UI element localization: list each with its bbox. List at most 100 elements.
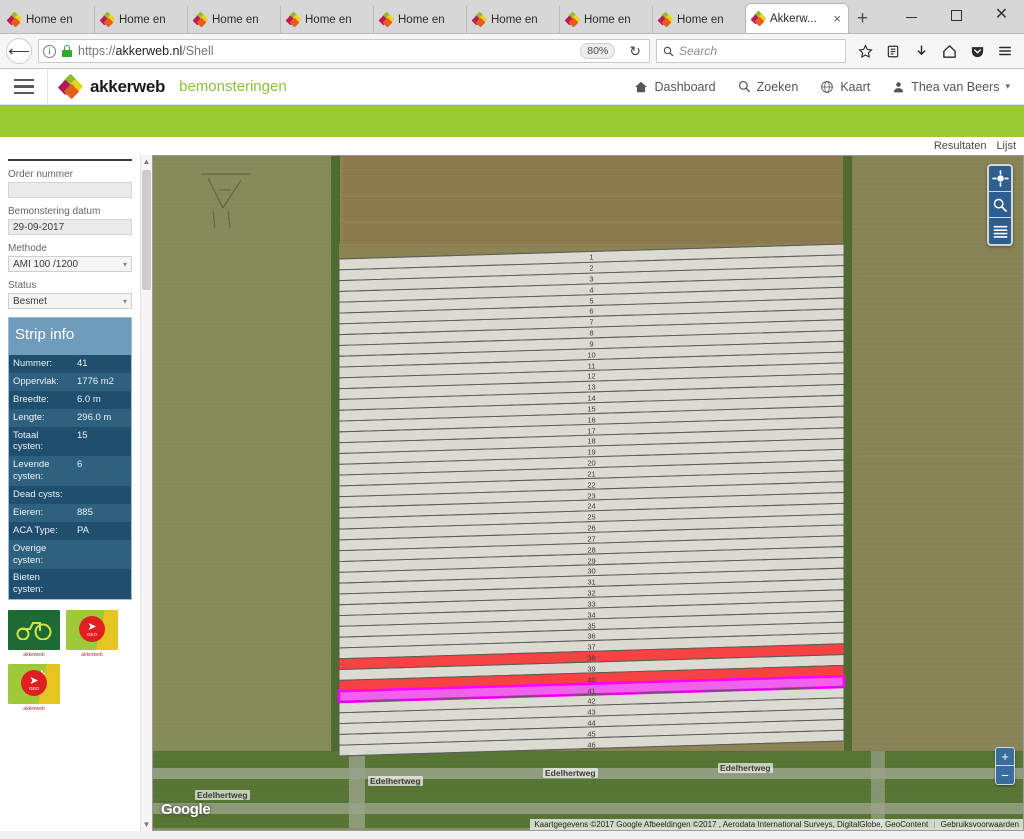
- strip-number[interactable]: 4: [589, 285, 593, 294]
- sidebar-toggle-button[interactable]: [0, 68, 48, 105]
- scroll-down-arrow[interactable]: ▼: [143, 820, 151, 829]
- strip-number[interactable]: 17: [587, 426, 595, 435]
- strip-number[interactable]: 38: [587, 654, 595, 663]
- new-tab-button[interactable]: +: [848, 6, 877, 33]
- zoom-in-button[interactable]: +: [996, 748, 1014, 766]
- strip-number[interactable]: 1: [589, 253, 593, 262]
- sidebar-scrollbar[interactable]: ▲ ▼: [140, 155, 152, 831]
- strip-number[interactable]: 18: [587, 437, 595, 446]
- strip-number[interactable]: 13: [587, 383, 595, 392]
- strip-number[interactable]: 8: [589, 329, 593, 338]
- strip-number[interactable]: 45: [587, 730, 595, 739]
- browser-tab-active[interactable]: Akkerw... ×: [746, 4, 848, 33]
- strip-number[interactable]: 33: [587, 599, 595, 608]
- strip-number[interactable]: 19: [587, 448, 595, 457]
- browser-tab[interactable]: Home en: [374, 6, 467, 33]
- bemonstering-datum-input[interactable]: 29-09-2017: [8, 219, 132, 235]
- strip-number[interactable]: 3: [589, 274, 593, 283]
- strip-number[interactable]: 36: [587, 632, 595, 641]
- strip-number[interactable]: 20: [587, 459, 595, 468]
- strip-number[interactable]: 31: [587, 578, 595, 587]
- link-resultaten[interactable]: Resultaten: [934, 140, 987, 152]
- strip-number[interactable]: 2: [589, 264, 593, 273]
- strip-number[interactable]: 41: [587, 686, 595, 695]
- nav-user-menu[interactable]: Thea van Beers ▾: [892, 80, 1010, 94]
- strip-number[interactable]: 15: [587, 404, 595, 413]
- map-view[interactable]: 1 2 3 4 5 6 7 8 9 10 11 12 13 14 15 16 17 18 19 20 21 22 23 24 2…: [152, 155, 1024, 831]
- strip-number[interactable]: 11: [588, 361, 596, 370]
- scroll-thumb[interactable]: [142, 170, 151, 290]
- status-select[interactable]: Besmet ▾: [8, 293, 132, 309]
- browser-tab[interactable]: Home en: [95, 6, 188, 33]
- strip-number[interactable]: 32: [587, 589, 595, 598]
- strip-number[interactable]: 42: [587, 697, 595, 706]
- strip-number[interactable]: 40: [587, 675, 595, 684]
- home-icon[interactable]: [936, 38, 962, 64]
- link-lijst[interactable]: Lijst: [996, 140, 1016, 152]
- strip-number[interactable]: 7: [589, 318, 593, 327]
- strip-number[interactable]: 25: [587, 513, 595, 522]
- order-nummer-input[interactable]: [8, 182, 132, 198]
- maximize-button[interactable]: [934, 0, 979, 30]
- browser-tab[interactable]: Home en: [467, 6, 560, 33]
- strip-number[interactable]: 14: [587, 394, 595, 403]
- browser-tab[interactable]: Home en: [560, 6, 653, 33]
- browser-tab[interactable]: Home en: [653, 6, 746, 33]
- strip-number[interactable]: 39: [587, 664, 595, 673]
- bookmark-star-icon[interactable]: [852, 38, 878, 64]
- browser-tab[interactable]: Home en: [2, 6, 95, 33]
- minimize-button[interactable]: [889, 0, 934, 30]
- map-zoom-controls[interactable]: + −: [995, 747, 1015, 785]
- strip-number[interactable]: 10: [587, 350, 595, 359]
- strip-number[interactable]: 35: [587, 621, 595, 630]
- strip-number[interactable]: 12: [587, 372, 595, 381]
- attribution-terms[interactable]: Gebruiksvoorwaarden: [941, 820, 1019, 829]
- locate-icon[interactable]: [989, 166, 1011, 192]
- downloads-icon[interactable]: [908, 38, 934, 64]
- scroll-up-arrow[interactable]: ▲: [143, 157, 151, 166]
- close-tab-icon[interactable]: ×: [832, 12, 842, 25]
- search-icon[interactable]: [989, 192, 1011, 218]
- strip-number[interactable]: 23: [587, 491, 595, 500]
- strip-number[interactable]: 37: [587, 643, 595, 652]
- nav-kaart[interactable]: Kaart: [820, 80, 870, 94]
- tile-geo-plus[interactable]: +➤GEOakkerweb: [8, 664, 60, 712]
- close-window-button[interactable]: ✕: [979, 0, 1024, 30]
- nav-dashboard[interactable]: Dashboard: [634, 80, 716, 94]
- zoom-level-badge[interactable]: 80%: [580, 43, 616, 59]
- map-controls[interactable]: [987, 164, 1013, 246]
- strip-number[interactable]: 5: [589, 296, 593, 305]
- methode-select[interactable]: AMI 100 /1200 ▾: [8, 256, 132, 272]
- url-bar[interactable]: i https://akkerweb.nl/Shell 80% ↻: [38, 39, 650, 63]
- pocket-icon[interactable]: [964, 38, 990, 64]
- browser-tab[interactable]: Home en: [188, 6, 281, 33]
- strip-number[interactable]: 6: [589, 307, 593, 316]
- nav-zoeken[interactable]: Zoeken: [738, 80, 798, 94]
- strip-number[interactable]: 9: [589, 339, 593, 348]
- strip-number[interactable]: 16: [587, 415, 595, 424]
- strip-number[interactable]: 43: [587, 708, 595, 717]
- menu-icon[interactable]: [992, 38, 1018, 64]
- strip-number[interactable]: 46: [587, 740, 595, 749]
- strip-number[interactable]: 24: [587, 502, 595, 511]
- site-info-icon[interactable]: i: [43, 44, 56, 58]
- strip-number[interactable]: 26: [587, 524, 595, 533]
- tile-tractor[interactable]: akkerweb: [8, 610, 60, 658]
- brand[interactable]: akkerweb bemonsteringen: [48, 73, 287, 99]
- strip-number[interactable]: 44: [587, 719, 595, 728]
- strip-number[interactable]: 21: [587, 469, 595, 478]
- strip-number[interactable]: 29: [587, 556, 595, 565]
- layers-icon[interactable]: [989, 218, 1011, 244]
- strip-number[interactable]: 30: [587, 567, 595, 576]
- browser-tab[interactable]: Home en: [281, 6, 374, 33]
- strip-number[interactable]: 22: [587, 480, 595, 489]
- strip-number[interactable]: 27: [587, 534, 595, 543]
- zoom-out-button[interactable]: −: [996, 766, 1014, 784]
- reload-icon[interactable]: ↻: [625, 43, 645, 60]
- strip-number[interactable]: 34: [587, 610, 595, 619]
- back-button[interactable]: ⟵: [6, 38, 32, 64]
- library-icon[interactable]: [880, 38, 906, 64]
- strip-number[interactable]: 28: [587, 545, 595, 554]
- tile-geo[interactable]: ➤ GEO akkerweb: [66, 610, 118, 658]
- search-bar[interactable]: Search: [656, 39, 846, 63]
